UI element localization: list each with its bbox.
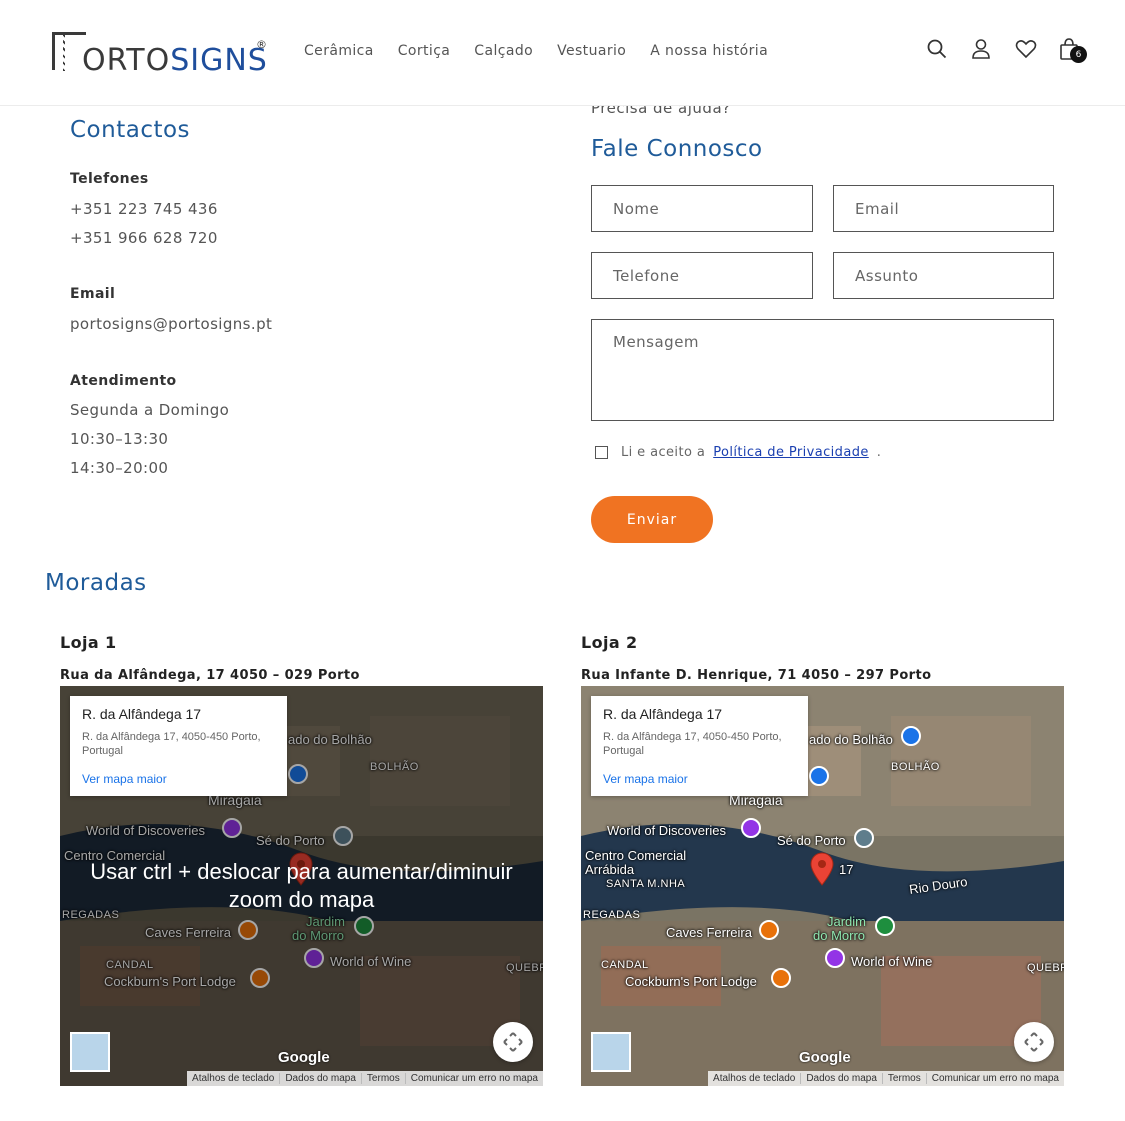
header-icons: 6: [927, 38, 1087, 63]
email-label: Email: [70, 286, 116, 302]
email-field[interactable]: Email: [833, 185, 1054, 232]
map2-label-caves-ferreira: Caves Ferreira: [666, 925, 752, 940]
map2-label-do-morro: do Morro: [813, 928, 866, 943]
map2-keyboard-shortcuts[interactable]: Atalhos de teclado: [708, 1073, 800, 1084]
map2-label-bolhao: BOLHÃO: [891, 761, 940, 773]
wishlist-heart-icon[interactable]: [1015, 38, 1037, 60]
map2-google-logo: Google: [799, 1049, 851, 1066]
portosigns-logo[interactable]: ORTOSIGNS ®: [50, 28, 270, 76]
map2-card-title: R. da Alfândega 17: [603, 706, 723, 722]
map2-label-se-porto: Sé do Porto: [777, 833, 846, 848]
logo-porto-text: ORTO: [82, 43, 171, 78]
map2-label-world-wine: World of Wine: [851, 954, 933, 969]
store-1-title: Loja 1: [60, 633, 117, 652]
hours-afternoon: 14:30–20:00: [70, 459, 169, 477]
store-1-address: Rua da Alfândega, 17 4050 – 029 Porto: [60, 668, 360, 683]
map1-map-data[interactable]: Dados do mapa: [279, 1073, 361, 1084]
logo-registered-mark: ®: [256, 38, 267, 51]
map2-label-regadas: REGADAS: [583, 909, 641, 921]
map2-label-cockburns: Cockburn's Port Lodge: [625, 974, 757, 989]
main-nav: Cerâmica Cortiça Calçado Vestuario A nos…: [304, 43, 768, 59]
map1-footer: Atalhos de teclado Dados do mapa Termos …: [187, 1071, 543, 1086]
map2-label-santa-marinha: SANTA M.NHA: [606, 878, 686, 890]
map2-label-centro-comercial: Centro Comercial: [585, 848, 687, 863]
email-address[interactable]: portosigns@portosigns.pt: [70, 315, 272, 333]
map1-card-title: R. da Alfândega 17: [82, 706, 202, 722]
phone-field[interactable]: Telefone: [591, 252, 813, 299]
privacy-policy-link[interactable]: Política de Privacidade: [713, 445, 869, 460]
map2-location-pin-icon[interactable]: [809, 852, 835, 886]
logo-p-mark: [52, 32, 86, 71]
consent-text: Li e aceito a: [621, 445, 706, 460]
store-1-map[interactable]: ado do Bolhão BOLHÃO Miragaia World of D…: [60, 686, 543, 1086]
map2-larger-map-link[interactable]: Ver mapa maior: [603, 772, 796, 786]
map1-report-error[interactable]: Comunicar um erro no mapa: [404, 1073, 543, 1084]
logo-signs-text: SIGNS: [170, 43, 268, 78]
hours-days: Segunda a Domingo: [70, 401, 230, 419]
map1-keyboard-shortcuts[interactable]: Atalhos de teclado: [187, 1073, 279, 1084]
store-2-title: Loja 2: [581, 633, 638, 652]
fullscreen-icon: [503, 1032, 523, 1052]
hours-label: Atendimento: [70, 373, 177, 389]
nav-cortica[interactable]: Cortiça: [398, 43, 451, 59]
map2-footer: Atalhos de teclado Dados do mapa Termos …: [708, 1071, 1064, 1086]
map1-layer-toggle[interactable]: [70, 1032, 110, 1072]
hours-morning: 10:30–13:30: [70, 430, 169, 448]
map1-fullscreen-button[interactable]: [493, 1022, 533, 1062]
message-field[interactable]: Mensagem: [591, 319, 1054, 421]
map2-poi-cockburns[interactable]: [771, 968, 791, 988]
map2-fullscreen-button[interactable]: [1014, 1022, 1054, 1062]
phone-1[interactable]: +351 223 745 436: [70, 200, 218, 218]
phones-label: Telefones: [70, 171, 149, 187]
submit-button[interactable]: Enviar: [591, 496, 713, 543]
cart-bag-icon[interactable]: 6: [1059, 38, 1087, 63]
map2-poi-wine[interactable]: [825, 948, 845, 968]
map2-poi-market[interactable]: [901, 726, 921, 746]
subject-field[interactable]: Assunto: [833, 252, 1054, 299]
map2-info-card: R. da Alfândega 17 R. da Alfândega 17, 4…: [591, 696, 808, 796]
map1-info-card: R. da Alfândega 17 R. da Alfândega 17, 4…: [70, 696, 287, 796]
contact-form-heading: Fale Connosco: [591, 136, 763, 162]
map2-label-bolhao-market: ado do Bolhão: [809, 732, 893, 747]
privacy-consent: Li e aceito a Política de Privacidade .: [595, 445, 881, 460]
site-header: ORTOSIGNS ® Cerâmica Cortiça Calçado Ves…: [0, 0, 1125, 106]
privacy-checkbox[interactable]: [595, 446, 608, 459]
name-field[interactable]: Nome: [591, 185, 813, 232]
contacts-heading: Contactos: [70, 117, 191, 143]
map2-terms[interactable]: Termos: [881, 1073, 926, 1084]
map2-label-arrabida: Arrábida: [585, 862, 635, 877]
map1-card-address: R. da Alfândega 17, 4050-450 Porto, Port…: [82, 731, 261, 757]
map2-label-jardim: Jardim: [827, 914, 867, 929]
map1-google-logo: Google: [278, 1049, 330, 1066]
nav-ceramica[interactable]: Cerâmica: [304, 43, 374, 59]
consent-end: .: [876, 445, 882, 460]
map2-poi-jardim[interactable]: [875, 916, 895, 936]
nav-historia[interactable]: A nossa história: [650, 43, 768, 59]
addresses-heading: Moradas: [45, 570, 147, 596]
map2-layer-toggle[interactable]: [591, 1032, 631, 1072]
cart-count-badge: 6: [1070, 46, 1087, 63]
map2-label-world-discoveries: World of Discoveries: [607, 823, 726, 838]
map2-report-error[interactable]: Comunicar um erro no mapa: [925, 1073, 1064, 1084]
search-icon[interactable]: [927, 38, 947, 60]
map2-label-candal: CANDAL: [601, 959, 649, 971]
phone-2[interactable]: +351 966 628 720: [70, 229, 218, 247]
map2-poi-se[interactable]: [854, 828, 874, 848]
map2-label-quebr: QUEBR: [1027, 962, 1064, 974]
nav-calcado[interactable]: Calçado: [474, 43, 533, 59]
map2-poi-discoveries[interactable]: [741, 818, 761, 838]
map1-terms[interactable]: Termos: [360, 1073, 405, 1084]
account-icon[interactable]: [971, 38, 991, 60]
map2-label-pin-number: 17: [839, 862, 854, 877]
map2-poi-caves[interactable]: [759, 920, 779, 940]
nav-vestuario[interactable]: Vestuario: [557, 43, 626, 59]
map2-map-data[interactable]: Dados do mapa: [800, 1073, 882, 1084]
store-2-map[interactable]: ado do Bolhão BOLHÃO Miragaia World of D…: [581, 686, 1064, 1086]
map2-card-address: R. da Alfândega 17, 4050-450 Porto, Port…: [603, 731, 782, 757]
store-2-address: Rua Infante D. Henrique, 71 4050 – 297 P…: [581, 668, 932, 683]
fullscreen-icon: [1024, 1032, 1044, 1052]
map1-zoom-hint: Usar ctrl + deslocar para aumentar/dimin…: [90, 859, 513, 912]
map1-larger-map-link[interactable]: Ver mapa maior: [82, 772, 275, 786]
map2-poi-blue[interactable]: [809, 766, 829, 786]
